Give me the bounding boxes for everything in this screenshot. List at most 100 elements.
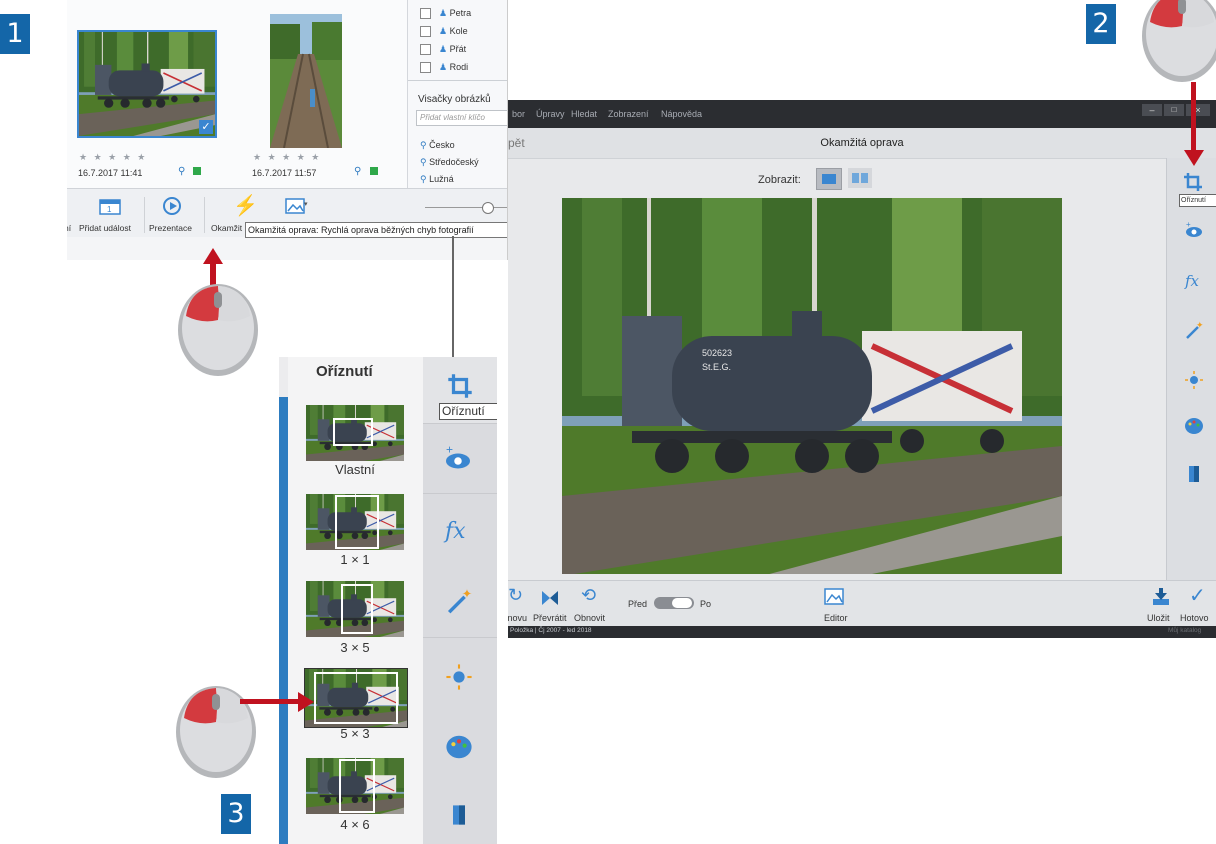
brightness-icon[interactable] (445, 663, 473, 691)
effects-icon[interactable]: fx (1185, 272, 1199, 290)
editor-button[interactable]: Editor (824, 613, 848, 623)
panel-edge (279, 397, 288, 844)
photo-date: 16.7.2017 11:57 (252, 168, 317, 178)
mouse-icon (1142, 0, 1216, 82)
sharpen-icon[interactable] (1184, 464, 1204, 484)
location-pin-icon: ⚲ (420, 174, 427, 184)
place-label: Lužná (429, 174, 454, 184)
menu-item-file[interactable]: bor (512, 109, 525, 119)
rating-stars[interactable]: ★ ★ ★ ★ ★ (79, 152, 147, 163)
editor-icon[interactable]: ▾ (285, 197, 309, 215)
menu-item-help[interactable]: Nápověda (661, 109, 702, 119)
magic-wand-icon[interactable]: ✦ (445, 587, 473, 615)
quick-fix-button[interactable]: Okamžit (211, 223, 242, 233)
redo-icon[interactable]: ↻ (508, 585, 523, 606)
main-photo: 502623 St.E.G. (562, 198, 1062, 574)
menu-item-find[interactable]: Hledat (571, 109, 597, 119)
map-icon (370, 167, 378, 175)
photo-thumbnail[interactable] (270, 14, 342, 148)
save-icon[interactable] (1151, 587, 1171, 607)
people-item[interactable]: ♟ Petra (420, 8, 471, 20)
sharpen-icon[interactable] (447, 803, 471, 827)
reset-icon[interactable]: ⟲ (581, 585, 596, 606)
svg-text:▾: ▾ (304, 201, 308, 208)
effects-icon[interactable]: fx (445, 519, 466, 544)
red-eye-icon[interactable]: + (1184, 220, 1204, 240)
checkbox[interactable] (420, 44, 431, 56)
location-pin-icon: ⚲ (178, 166, 186, 177)
tags-input[interactable]: Přidat vlastní klíčo (416, 110, 507, 126)
place-label: Česko (429, 140, 455, 150)
menu-item-view[interactable]: Zobrazení (608, 109, 649, 119)
slideshow-button[interactable]: Prezentace (149, 223, 192, 233)
arrow-head (1184, 150, 1204, 166)
photo-thumbnail-selected[interactable]: ✓ (77, 30, 217, 138)
crop-preset-label[interactable]: 3 × 5 (305, 640, 405, 655)
group-item-label: Rodi (449, 62, 469, 72)
divider (144, 197, 145, 233)
menu-bar: bor Úpravy Hledat Zobrazení Nápověda ‒ □… (508, 100, 1216, 128)
after-label: Po (700, 599, 712, 609)
reset-button[interactable]: Obnovit (574, 613, 605, 623)
magic-wand-icon[interactable]: ✦ (1184, 320, 1204, 340)
rating-stars[interactable]: ★ ★ ★ ★ ★ (253, 152, 321, 163)
checkbox[interactable] (420, 26, 431, 38)
group-item[interactable]: ♟ Přát (420, 44, 466, 56)
rotate-icon[interactable] (540, 589, 560, 607)
group-item[interactable]: ♟ Kole (420, 26, 468, 38)
done-button[interactable]: Hotovo (1180, 613, 1209, 623)
crop-preset-thumbnail-selected[interactable] (304, 668, 408, 728)
add-event-button[interactable]: Přidat událost (79, 223, 131, 233)
step-2-badge: 2 (1086, 4, 1116, 44)
checkbox[interactable] (420, 62, 431, 74)
crop-preset-label[interactable]: 4 × 6 (305, 817, 405, 832)
svg-text:502623: 502623 (702, 348, 732, 358)
svg-text:✦: ✦ (1196, 320, 1204, 330)
crop-preset-thumbnail[interactable] (306, 581, 404, 637)
menu-item-edit[interactable]: Úpravy (536, 109, 565, 119)
crop-preset-thumbnail[interactable] (306, 405, 404, 461)
crop-icon[interactable] (1183, 172, 1203, 192)
crop-preset-thumbnail[interactable] (306, 758, 404, 814)
location-pin-icon: ⚲ (354, 166, 362, 177)
group-item[interactable]: ♟ Rodi (420, 62, 469, 74)
place-item[interactable]: ⚲ Lužná (420, 174, 454, 185)
checkbox[interactable] (420, 8, 431, 20)
organizer-panel: ✓ ★ ★ ★ ★ ★ 16.7.2017 11:41 ⚲ ★ ★ ★ ★ ★ … (67, 0, 508, 260)
play-icon[interactable] (163, 197, 181, 215)
crop-preset-label[interactable]: 5 × 3 (305, 726, 405, 741)
redo-button[interactable]: Znovu (508, 613, 527, 623)
done-icon[interactable]: ✓ (1189, 583, 1206, 608)
minimize-button[interactable]: ‒ (1142, 104, 1162, 116)
zoom-slider[interactable] (425, 207, 507, 208)
editor-icon[interactable] (824, 587, 848, 607)
single-view-button[interactable] (816, 168, 842, 190)
place-item[interactable]: ⚲ Středočeský (420, 157, 479, 168)
quick-fix-tooltip: Okamžitá oprava: Rychlá oprava běžných c… (245, 222, 507, 238)
tags-header: Visačky obrázků (418, 94, 491, 105)
crop-preset-label[interactable]: 1 × 1 (305, 552, 405, 567)
red-eye-icon[interactable]: + (443, 443, 473, 473)
before-after-toggle[interactable] (654, 597, 694, 609)
color-palette-icon[interactable] (1184, 416, 1204, 436)
maximize-button[interactable]: □ (1164, 104, 1184, 116)
catalog-text: Můj katalog (1168, 627, 1202, 634)
color-palette-icon[interactable] (445, 733, 473, 761)
crop-icon[interactable] (447, 373, 473, 399)
svg-text:St.E.G.: St.E.G. (702, 362, 731, 372)
crop-preset-label[interactable]: Vlastní (305, 462, 405, 477)
close-button[interactable]: × (1186, 104, 1210, 116)
brightness-icon[interactable] (1184, 370, 1204, 390)
lightning-icon[interactable]: ⚡ (233, 195, 258, 217)
place-item[interactable]: ⚲ Česko (420, 140, 455, 151)
split-view-button[interactable] (848, 168, 872, 188)
checkmark-icon: ✓ (199, 120, 213, 134)
add-event-icon[interactable]: 1 (99, 197, 121, 215)
map-icon (193, 167, 201, 175)
step-3-badge: 3 (221, 794, 251, 834)
rotate-button[interactable]: Převrátit (533, 613, 567, 623)
zoom-slider-handle[interactable] (482, 202, 494, 214)
save-button[interactable]: Uložit (1147, 613, 1170, 623)
svg-text:1: 1 (107, 205, 112, 214)
crop-preset-thumbnail[interactable] (306, 494, 404, 550)
